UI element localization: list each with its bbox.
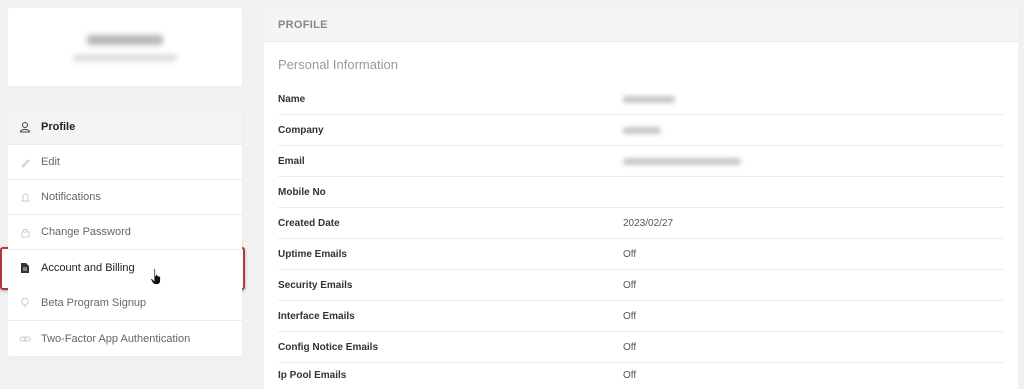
pencil-icon [18,155,32,169]
bell-icon [18,190,32,204]
row-label: Email [278,155,305,167]
info-row-uptime-emails: Uptime Emails Off [278,239,1004,270]
row-label: Name [278,93,306,105]
bulb-icon [18,296,32,310]
email-value-redacted [623,157,741,165]
user-name-redacted [87,35,163,45]
user-email-redacted [73,55,177,61]
info-row-interface-emails: Interface Emails Off [278,301,1004,332]
info-row-mobile: Mobile No [278,177,1004,208]
sidebar-item-notifications[interactable]: Notifications [8,180,242,215]
row-label: Company [278,124,324,136]
user-card [8,8,242,86]
sidebar-item-profile[interactable]: Profile [8,110,242,145]
document-icon [18,261,32,275]
sidebar-menu: Profile Edit Notifications Change Passwo… [8,110,242,356]
row-label: Mobile No [278,186,326,198]
row-value: Off [623,248,637,260]
sidebar-item-label: Account and Billing [41,261,135,274]
hand-cursor-icon [150,268,161,285]
info-row-created-date: Created Date 2023/02/27 [278,208,1004,239]
company-value-redacted [623,126,661,134]
row-label: Ip Pool Emails [278,370,347,381]
sidebar-item-edit[interactable]: Edit [8,145,242,180]
sidebar-item-label: Change Password [41,226,131,238]
row-label: Config Notice Emails [278,341,379,353]
section-title: Personal Information [278,57,398,72]
info-row-config-notice-emails: Config Notice Emails Off [278,332,1004,363]
sidebar-item-label: Profile [41,121,76,133]
panel-header: PROFILE [264,8,1018,42]
info-row-company: Company [278,115,1004,146]
row-label: Interface Emails [278,310,355,322]
row-value: Off [623,370,637,381]
info-row-ip-pool-emails: Ip Pool Emails Off [278,360,1004,389]
info-row-email: Email [278,146,1004,177]
profile-panel: PROFILE Personal Information Name Compan… [264,8,1018,389]
sidebar-item-change-password[interactable]: Change Password [8,215,242,250]
row-label: Created Date [278,217,340,229]
sidebar-item-account-billing[interactable]: Account and Billing [8,250,242,285]
sidebar-item-label: Beta Program Signup [41,297,147,309]
lock-icon [18,225,32,239]
sidebar-item-beta-signup[interactable]: Beta Program Signup [8,286,242,321]
sidebar-item-label: Notifications [41,191,101,203]
row-value: Off [623,279,637,291]
sidebar-item-two-factor[interactable]: Two-Factor App Authentication [8,321,242,356]
info-row-name: Name [278,84,1004,115]
sidebar-item-label: Two-Factor App Authentication [41,332,191,345]
user-icon [18,120,32,134]
link-icon [18,332,32,346]
row-value: Off [623,310,637,322]
row-value: Off [623,341,637,353]
row-label: Security Emails [278,279,353,291]
row-value: 2023/02/27 [623,217,674,229]
row-label: Uptime Emails [278,248,347,260]
name-value-redacted [623,95,675,103]
info-row-security-emails: Security Emails Off [278,270,1004,301]
sidebar-item-label: Edit [41,156,60,168]
